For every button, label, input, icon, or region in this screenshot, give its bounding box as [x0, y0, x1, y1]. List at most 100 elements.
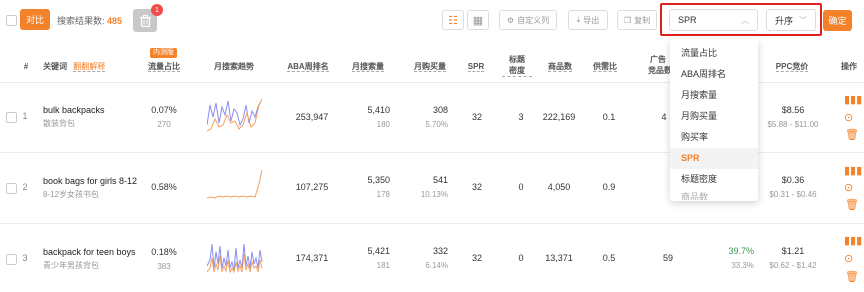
custom-columns-button[interactable]: ⚙ 自定义列	[499, 10, 557, 30]
beta-tag: 内测版	[150, 48, 177, 58]
row-index: 1	[22, 111, 28, 121]
bar-chart-icon[interactable]: ▮▮▮	[844, 166, 862, 177]
sort-field-value: SPR	[678, 15, 697, 25]
confirm-button[interactable]: 确定	[823, 10, 852, 31]
column-header-actions: 操作	[841, 62, 857, 71]
bar-chart-icon[interactable]: ▮▮▮	[844, 95, 862, 106]
keyword-explain-link[interactable]: 翻翻解释	[73, 62, 106, 72]
dropdown-option-aba-rank[interactable]: ABA周排名	[670, 64, 758, 85]
aba-rank-value: 174,371	[295, 253, 329, 263]
ppc-value: $8.56	[781, 105, 805, 115]
products-header-label: 商品数	[548, 62, 572, 72]
copy-button[interactable]: ❐ 复制	[617, 10, 657, 30]
products-value: 13,371	[545, 253, 573, 263]
delete-icon[interactable]: 🗑	[845, 200, 859, 211]
aba-rank-value: 253,947	[295, 112, 329, 122]
trash-icon	[139, 14, 151, 27]
dropdown-option-monthly-buy[interactable]: 月购买量	[670, 106, 758, 127]
delete-icon[interactable]: 🗑	[845, 130, 859, 141]
dropdown-option-traffic-share[interactable]: 流量占比	[670, 43, 758, 64]
column-header-spr[interactable]: SPR	[462, 61, 490, 72]
density-value: 0	[518, 253, 524, 263]
result-count-value: 485	[107, 16, 123, 26]
buy-sub-value: 5.70%	[425, 120, 448, 129]
traffic-value: 0.18%	[151, 247, 177, 257]
keyword-cell[interactable]: bulk backpacks 散装背包	[43, 103, 105, 131]
ppc-cell: $8.56 $5.88 - $11.00	[762, 104, 824, 131]
row-checkbox[interactable]	[6, 112, 17, 123]
trash-count-value: 1	[155, 6, 159, 14]
select-all-checkbox[interactable]	[6, 15, 17, 26]
dropdown-option-title-density[interactable]: 标题密度	[670, 169, 758, 190]
column-header-ppc[interactable]: PPC竞价	[770, 61, 814, 72]
more-icon[interactable]: ⊙	[844, 183, 853, 194]
trend-sparkline[interactable]	[207, 95, 263, 135]
monthly-buy-cell: 541 10.13%	[408, 174, 448, 201]
keyword-cell[interactable]: book bags for girls 8-12 8-12岁女孩书包	[43, 174, 137, 202]
column-header-product-count[interactable]: 商品数	[540, 61, 580, 72]
export-button[interactable]: ⤓ 导出	[568, 10, 608, 30]
compare-button[interactable]: 对比	[20, 9, 50, 30]
search-header-label: 月搜索量	[352, 62, 384, 72]
list-view-button[interactable]: ☷	[442, 10, 464, 30]
dropdown-option-monthly-search[interactable]: 月搜索量	[670, 85, 758, 106]
supply-value: 0.5	[602, 253, 616, 263]
products-value: 4,050	[547, 182, 571, 192]
dropdown-option-product-count[interactable]: 商品数	[670, 190, 758, 200]
custom-columns-label: 自定义列	[517, 15, 550, 25]
sort-order-select[interactable]: 升序 ﹀	[766, 9, 816, 31]
sort-field-select[interactable]: SPR ︿	[669, 9, 758, 31]
search-value: 5,410	[367, 105, 390, 115]
sort-order-value: 升序	[775, 15, 794, 26]
column-header-monthly-buy[interactable]: 月购买量	[408, 61, 452, 72]
products-value: 222,169	[542, 112, 576, 122]
column-header-aba-rank[interactable]: ABA周排名	[280, 61, 336, 72]
traffic-cell: 0.58%	[141, 181, 187, 193]
ppc-value: $0.36	[781, 175, 805, 185]
list-view-icon: ☷	[448, 14, 458, 27]
buy-header-label: 月购买量	[414, 62, 446, 72]
search-value: 5,421	[367, 246, 390, 256]
monthly-buy-cell: 308 5.70%	[408, 104, 448, 131]
row-checkbox[interactable]	[6, 183, 17, 194]
column-header-title-density[interactable]: 标题 密度	[502, 54, 532, 77]
copy-label: 复制	[634, 15, 651, 25]
ppc-header-label: PPC竞价	[775, 62, 809, 72]
bar-chart-icon[interactable]: ▮▮▮	[844, 236, 862, 247]
density-value: 3	[518, 112, 524, 122]
search-sub-value: 181	[376, 261, 390, 270]
column-header-index: #	[23, 62, 29, 71]
keyword-translation: 青少年男孩背包	[43, 261, 99, 270]
aba-header-label: ABA周排名	[287, 62, 329, 72]
trend-sparkline[interactable]	[207, 166, 263, 206]
column-header-traffic[interactable]: 流量占比	[141, 61, 187, 72]
compare-label: 对比	[25, 15, 44, 25]
settings-icon: ⚙	[506, 15, 515, 25]
trend-sparkline[interactable]	[207, 238, 263, 278]
keyword-cell[interactable]: backpack for teen boys 青少年男孩背包	[43, 245, 136, 273]
export-label: 导出	[583, 15, 600, 25]
grid-view-button[interactable]: ▦	[467, 10, 489, 30]
column-header-monthly-search[interactable]: 月搜索量	[346, 61, 390, 72]
spr-value: 32	[471, 253, 482, 263]
density-header-line2: 密度	[502, 65, 532, 77]
ppc-cell: $1.21 $0.62 - $1.42	[762, 245, 824, 272]
traffic-value: 0.07%	[151, 105, 177, 115]
more-icon[interactable]: ⊙	[844, 254, 853, 265]
more-icon[interactable]: ⊙	[844, 113, 853, 124]
delete-icon[interactable]: 🗑	[845, 272, 859, 283]
buy-sub-value: 6.14%	[425, 261, 448, 270]
row-checkbox[interactable]	[6, 254, 17, 265]
click-share-value: 39.7%	[728, 246, 754, 256]
confirm-label: 确定	[828, 16, 847, 26]
dropdown-option-spr[interactable]: SPR	[670, 148, 758, 169]
trash-count-badge: 1	[151, 4, 163, 16]
column-header-supply-ratio[interactable]: 供需比	[588, 61, 622, 72]
ppc-range: $0.62 - $1.42	[769, 261, 817, 270]
ad-competitors-value: 59	[662, 253, 673, 263]
ppc-value: $1.21	[781, 246, 805, 256]
dropdown-option-purchase-rate[interactable]: 购买率	[670, 127, 758, 148]
grid-view-icon: ▦	[472, 14, 484, 27]
traffic-cell: 0.18% 383	[141, 246, 187, 273]
traffic-header-label: 流量占比	[148, 62, 180, 72]
